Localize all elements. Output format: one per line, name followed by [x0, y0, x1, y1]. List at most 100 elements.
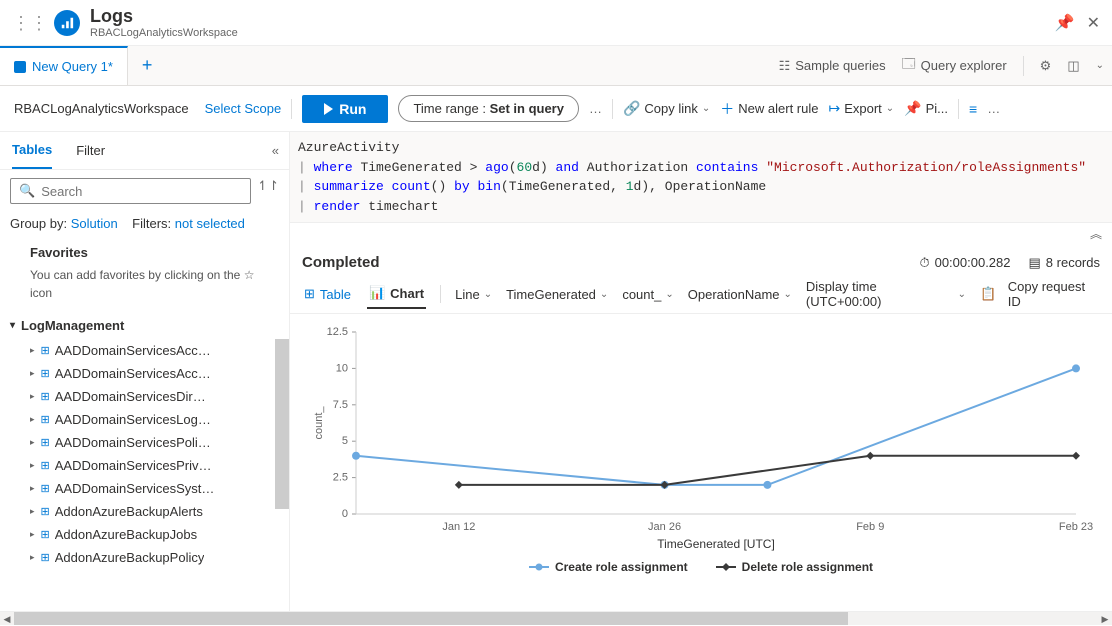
results-chart-tab[interactable]: 📊Chart: [367, 279, 426, 309]
group-by-value[interactable]: Solution: [71, 216, 118, 231]
query-explorer-button[interactable]: 🗔 Query explorer: [902, 55, 1007, 77]
filters-label: Filters:: [132, 216, 171, 231]
tree-section-label: LogManagement: [21, 318, 124, 333]
copy-link-button[interactable]: 🔗 Copy link ⌄: [623, 100, 710, 117]
run-button[interactable]: Run: [302, 95, 388, 123]
settings-icon[interactable]: ⚙: [1040, 58, 1052, 74]
more-button[interactable]: …: [589, 101, 602, 116]
favorites-header: Favorites: [0, 235, 289, 264]
filter-tab[interactable]: Filter: [76, 132, 105, 169]
copy-icon: 📋: [980, 286, 996, 302]
pin-icon[interactable]: 📌: [1055, 13, 1075, 33]
chart-icon: 📊: [369, 285, 385, 301]
svg-text:TimeGenerated [UTC]: TimeGenerated [UTC]: [657, 537, 775, 551]
record-count: ▤8 records: [1029, 255, 1101, 271]
close-icon[interactable]: ✕: [1087, 13, 1100, 33]
divider: [958, 99, 959, 119]
query-tab[interactable]: New Query 1*: [0, 46, 128, 85]
filter-meta: Group by: Solution Filters: not selected: [0, 212, 289, 235]
table-icon: ⊞: [41, 436, 49, 449]
sample-queries-label: Sample queries: [795, 58, 885, 73]
query-editor[interactable]: AzureActivity | where TimeGenerated > ag…: [290, 132, 1112, 223]
plus-icon: ＋: [720, 99, 734, 119]
tree-item[interactable]: ⊞AADDomainServicesSyst…: [0, 477, 289, 500]
pin-label: Pi...: [926, 101, 948, 116]
svg-text:Feb 23: Feb 23: [1059, 521, 1093, 533]
run-label: Run: [339, 101, 366, 117]
tree-item[interactable]: ⊞ AddonAzureBackupJobs: [0, 523, 289, 546]
search-icon: 🔍: [19, 183, 35, 199]
svg-text:5: 5: [342, 435, 348, 447]
tree-section[interactable]: LogManagement: [0, 312, 289, 339]
new-alert-button[interactable]: ＋ New alert rule: [720, 99, 818, 119]
collapse-editor-icon[interactable]: ︽: [290, 223, 1112, 244]
svg-text:Jan 26: Jan 26: [648, 521, 681, 533]
results-table-tab[interactable]: ⊞Table: [302, 280, 353, 308]
sort-icon[interactable]: ↿↾: [257, 178, 279, 204]
legend-label: Create role assignment: [555, 560, 688, 574]
tree-item[interactable]: ⊞AADDomainServicesAcc…: [0, 339, 289, 362]
elapsed-time: ⏱00:00:00.282: [919, 255, 1010, 271]
records-icon: ▤: [1029, 255, 1041, 271]
svg-text:0: 0: [342, 508, 348, 520]
table-icon: ⊞: [41, 528, 49, 541]
scrollbar-thumb[interactable]: [275, 339, 289, 509]
export-label: Export: [844, 101, 882, 116]
app-header: ⋮⋮ Logs RBACLogAnalyticsWorkspace 📌 ✕: [0, 0, 1112, 46]
stopwatch-icon: ⏱: [919, 255, 929, 271]
more-button[interactable]: …: [987, 101, 1000, 116]
search-box[interactable]: 🔍: [10, 178, 251, 204]
list-icon: ☷: [779, 58, 791, 74]
tree-item[interactable]: ⊞AddonAzureBackupPolicy: [0, 546, 289, 569]
filters-value[interactable]: not selected: [175, 216, 245, 231]
search-input[interactable]: [41, 184, 242, 199]
chart-type-dropdown[interactable]: Line⌄: [455, 287, 492, 302]
page-title: Logs: [90, 6, 1055, 27]
tree-item[interactable]: ⊞ AADDomainServicesPriv…: [0, 454, 289, 477]
horizontal-scrollbar[interactable]: ◀ ▶: [0, 611, 1112, 625]
y-field-dropdown[interactable]: count_⌄: [622, 287, 673, 302]
table-icon: ⊞: [41, 344, 49, 357]
panels-icon[interactable]: ◫: [1067, 58, 1079, 74]
table-icon: ⊞: [41, 367, 49, 380]
query-tab-icon: [14, 61, 26, 73]
tree-item-label: AADDomainServicesSyst…: [55, 481, 215, 496]
svg-text:7.5: 7.5: [333, 399, 348, 411]
pin-to-button[interactable]: 📌 Pi...: [904, 100, 948, 117]
table-icon: ⊞: [41, 551, 49, 564]
table-icon: ⊞: [41, 459, 49, 472]
tree-item[interactable]: ⊞AddonAzureBackupAlerts: [0, 500, 289, 523]
export-button[interactable]: ↦ Export ⌄: [828, 100, 894, 117]
tree-item-label: AddonAzureBackupJobs: [55, 527, 197, 542]
sample-queries-button[interactable]: ☷ Sample queries: [779, 58, 886, 74]
left-panel: Tables Filter « 🔍 ↿↾ Group by: Solution …: [0, 132, 290, 611]
select-scope-link[interactable]: Select Scope: [205, 101, 282, 116]
tree-item[interactable]: ⊞ AADDomainServicesPoli…: [0, 431, 289, 454]
svg-text:12.5: 12.5: [327, 326, 348, 338]
tree-item-label: AADDomainServicesAcc…: [55, 366, 211, 381]
group-by-label: Group by:: [10, 216, 67, 231]
tables-tab[interactable]: Tables: [12, 132, 52, 169]
legend-item[interactable]: Delete role assignment: [716, 560, 873, 574]
chevron-down-icon[interactable]: ⌄: [1096, 60, 1104, 71]
tree-item[interactable]: ⊞AADDomainServicesLog…: [0, 408, 289, 431]
svg-text:2.5: 2.5: [333, 472, 348, 484]
tree-item[interactable]: ⊞ AADDomainServicesAcc…: [0, 362, 289, 385]
collapse-panel-icon[interactable]: «: [272, 143, 279, 158]
svg-text:10: 10: [336, 362, 348, 374]
format-icon[interactable]: ≡: [969, 101, 977, 117]
legend-item[interactable]: Create role assignment: [529, 560, 688, 574]
export-icon: ↦: [828, 100, 840, 117]
tz-dropdown[interactable]: Display time (UTC+00:00)⌄: [806, 279, 966, 309]
add-tab-button[interactable]: +: [128, 55, 167, 76]
tree-list: ⊞AADDomainServicesAcc…⊞AADDomainServices…: [0, 339, 289, 611]
tree-item[interactable]: ⊞AADDomainServicesDir…: [0, 385, 289, 408]
time-range-pill[interactable]: Time range : Set in query: [398, 95, 579, 122]
x-field-dropdown[interactable]: TimeGenerated⌄: [506, 287, 608, 302]
copy-request-button[interactable]: 📋 Copy request ID: [980, 279, 1100, 309]
legend-marker-icon: [529, 562, 549, 572]
page-subtitle: RBACLogAnalyticsWorkspace: [90, 27, 1055, 39]
tree-item-label: AADDomainServicesPoli…: [55, 435, 211, 450]
tree-item-label: AADDomainServicesPriv…: [55, 458, 212, 473]
series-dropdown[interactable]: OperationName⌄: [688, 287, 792, 302]
